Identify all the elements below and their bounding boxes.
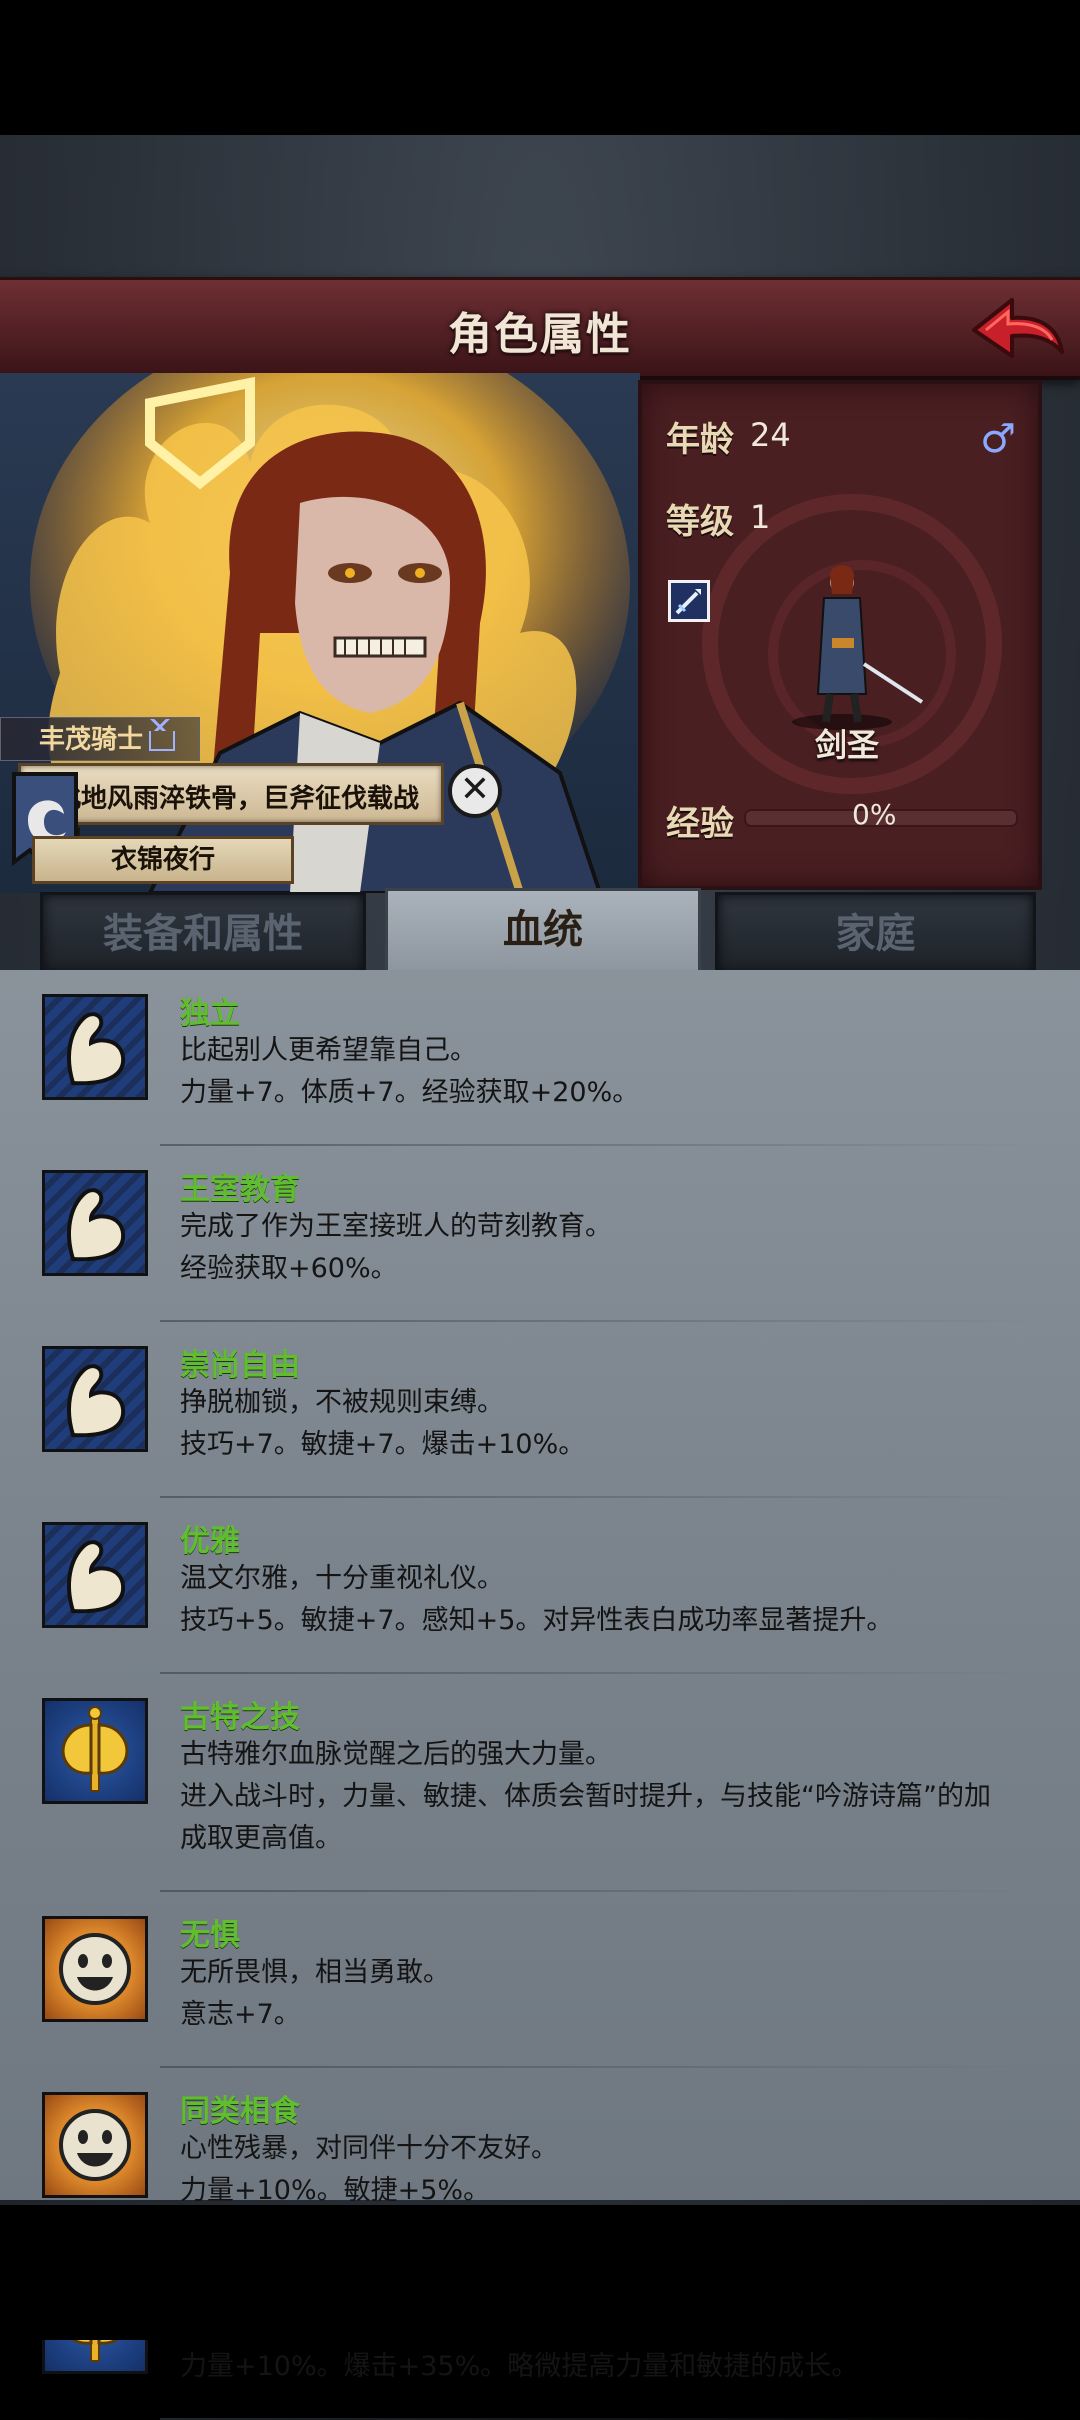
- tab-equipment-attributes[interactable]: 装备和属性: [40, 892, 366, 976]
- page-title: 角色属性: [448, 309, 632, 360]
- bottom-bar: [0, 2205, 1080, 2340]
- trait-item[interactable]: 古特之技古特雅尔血脉觉醒之后的强大力量。进入战斗时，力量、敏捷、体质会暂时提升，…: [0, 1674, 1080, 1892]
- muscle-arm-icon: [42, 1522, 148, 1628]
- back-button[interactable]: [966, 290, 1066, 368]
- trait-name: 无惧: [180, 1918, 240, 1953]
- age-label: 年龄: [666, 420, 734, 460]
- title-tag-label: 丰茂骑士: [39, 725, 144, 755]
- trait-description-line: 进入战斗时，力量、敏捷、体质会暂时提升，与技能“吟游诗篇”的加: [180, 1781, 991, 1812]
- trait-name: 同类相食: [180, 2094, 300, 2129]
- swordsman-figure: [792, 565, 924, 730]
- subtitle-text: 衣锦夜行: [110, 845, 215, 875]
- male-gender-icon: ♂: [980, 416, 1016, 462]
- age-value: 24: [750, 416, 791, 454]
- trait-description-line: 成取更高值。: [180, 1823, 342, 1854]
- sword-icon: [675, 589, 701, 615]
- trait-description-line: 力量+7。体质+7。经验获取+20%。: [180, 1077, 640, 1108]
- level-label: 等级: [666, 502, 734, 542]
- trait-description-line: 技巧+7。敏捷+7。爆击+10%。: [180, 1429, 586, 1460]
- house-icon: [147, 718, 176, 751]
- trait-description-line: 力量+10%。爆击+35%。略微提高力量和敏捷的成长。: [180, 2351, 859, 2382]
- title-tag: 丰茂骑士: [0, 717, 200, 761]
- trait-description-line: 心性残暴，对同伴十分不友好。: [180, 2133, 558, 2164]
- trait-name: 古特之技: [180, 1700, 300, 1735]
- muscle-arm-icon: [42, 1346, 148, 1452]
- trait-item[interactable]: 无惧无所畏惧，相当勇敢。 意志+7。: [0, 1892, 1080, 2068]
- trait-item[interactable]: 优雅温文尔雅，十分重视礼仪。技巧+5。敏捷+7。感知+5。对异性表白成功率显著提…: [0, 1498, 1080, 1674]
- class-name: 剑圣: [814, 726, 879, 764]
- trait-description-line: 技巧+5。敏捷+7。感知+5。对异性表白成功率显著提升。: [180, 1605, 894, 1636]
- tab-bloodline[interactable]: 血统: [385, 888, 701, 976]
- muscle-arm-icon: [42, 994, 148, 1100]
- sword-class-icon[interactable]: [668, 580, 710, 622]
- smiley-face-icon: [42, 2092, 148, 2198]
- trait-list[interactable]: 独立比起别人更希望靠自己。力量+7。体质+7。经验获取+20%。王室教育完成了作…: [0, 970, 1080, 2420]
- trait-item[interactable]: 王室教育完成了作为王室接班人的苛刻教育。 经验获取+60%。: [0, 1146, 1080, 1322]
- trait-description-line: 完成了作为王室接班人的苛刻教育。: [180, 1211, 612, 1242]
- exp-label: 经验: [666, 804, 734, 844]
- trait-description-line: 温文尔雅，十分重视礼仪。: [180, 1563, 504, 1594]
- motto-plate: 北地风雨淬铁骨，巨斧征伐载战功: [18, 763, 444, 851]
- tab-family[interactable]: 家庭: [715, 892, 1036, 976]
- trait-description-line: 古特雅尔血脉觉醒之后的强大力量。: [180, 1739, 612, 1770]
- trait-description-line: 经验获取+60%。: [180, 1253, 398, 1284]
- trait-item[interactable]: 崇尚自由挣脱枷锁，不被规则束缚。技巧+7。敏捷+7。爆击+10%。: [0, 1322, 1080, 1498]
- header-bar: 角色属性: [0, 277, 1080, 380]
- golden-axe-icon: [42, 1698, 148, 1804]
- exp-value: 0%: [852, 798, 897, 831]
- muscle-arm-icon: [42, 1170, 148, 1276]
- stats-card: 年龄 24 ♂ 等级 1 剑圣 经验 0%: [638, 380, 1042, 890]
- smiley-face-icon: [42, 1916, 148, 2022]
- trait-name: 王室教育: [180, 1172, 300, 1207]
- close-button[interactable]: ✕: [448, 764, 502, 818]
- trait-name: 独立: [180, 996, 240, 1031]
- level-value: 1: [750, 498, 771, 536]
- trait-description-line: 挣脱枷锁，不被规则束缚。: [180, 1387, 504, 1418]
- trait-name: 崇尚自由: [180, 1348, 300, 1383]
- trait-description-line: 比起别人更希望靠自己。: [180, 1035, 477, 1066]
- close-icon: ✕: [459, 769, 491, 810]
- trait-name: 优雅: [180, 1524, 240, 1559]
- subtitle-plate: 衣锦夜行: [32, 836, 294, 884]
- trait-description-line: 无所畏惧，相当勇敢。: [180, 1957, 450, 1988]
- trait-description-line: 意志+7。: [180, 1999, 301, 2030]
- trait-item[interactable]: 独立比起别人更希望靠自己。力量+7。体质+7。经验获取+20%。: [0, 970, 1080, 1146]
- back-arrow-icon: [972, 298, 1064, 358]
- tab-bar: 装备和属性 血统 家庭: [40, 888, 1040, 976]
